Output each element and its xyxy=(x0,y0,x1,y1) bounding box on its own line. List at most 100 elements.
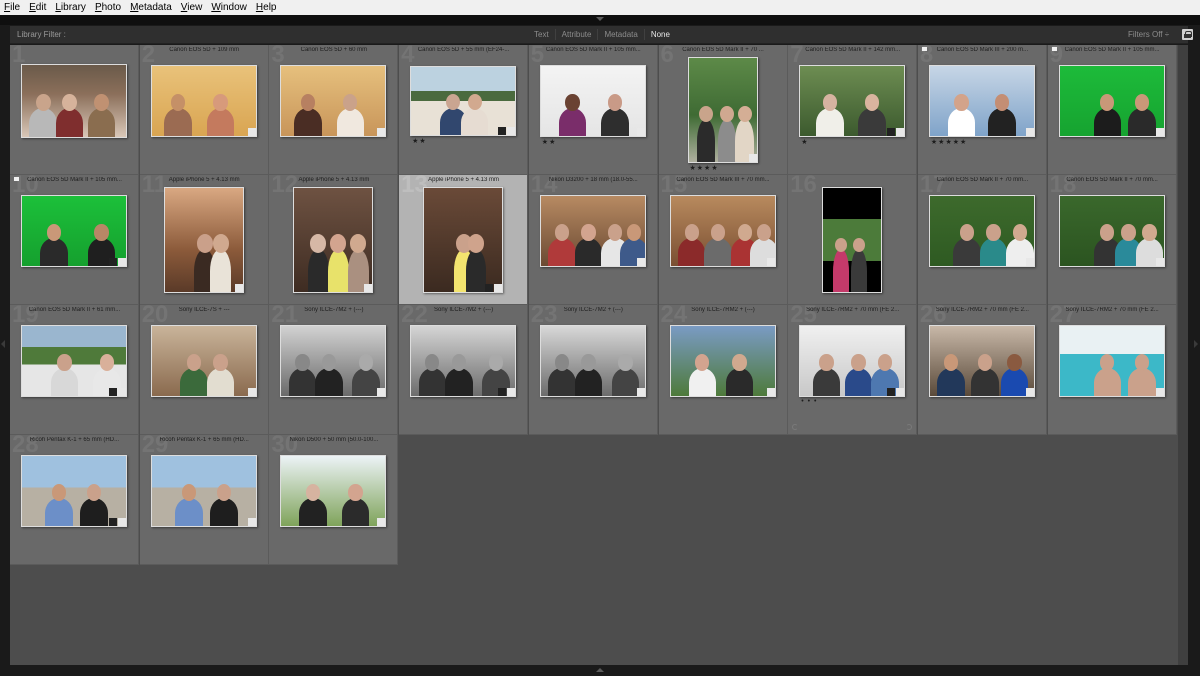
photo-thumbnail[interactable] xyxy=(410,325,517,397)
filter-none-tab[interactable]: None xyxy=(643,29,676,40)
grid-cell-7[interactable]: 7 Canon EOS 5D Mark II + 142 mm... ★ xyxy=(788,45,918,175)
metadata-badge-icon[interactable] xyxy=(1155,388,1164,396)
metadata-badge-icon[interactable] xyxy=(1025,128,1034,136)
grid-cell-26[interactable]: 26 Sony ILCE-7RM2 + 70 mm (FE 2... xyxy=(917,305,1047,435)
photo-thumbnail[interactable] xyxy=(280,325,387,397)
photo-thumbnail[interactable] xyxy=(669,325,776,397)
star-rating[interactable]: • • • xyxy=(801,398,817,405)
grid-cell-17[interactable]: 17 Canon EOS 5D Mark II + 70 mm... xyxy=(917,175,1047,305)
rotate-left-icon[interactable] xyxy=(792,424,799,430)
metadata-badge-icon[interactable] xyxy=(636,388,645,396)
metadata-badge-icon[interactable] xyxy=(494,284,503,292)
grid-cell-24[interactable]: 24 Sony ILCE-7RM2 + (---) xyxy=(658,305,788,435)
photo-thumbnail[interactable] xyxy=(539,195,646,267)
metadata-badge-icon[interactable] xyxy=(896,128,905,136)
star-rating[interactable]: ★ xyxy=(801,138,808,146)
grid-cell-18[interactable]: 18 Canon EOS 5D Mark II + 70 mm... xyxy=(1047,175,1177,305)
menu-edit[interactable]: Edit xyxy=(29,2,46,13)
metadata-badge-icon[interactable] xyxy=(507,388,516,396)
photo-thumbnail[interactable] xyxy=(928,65,1035,137)
grid-cell-19[interactable]: 19 Canon EOS 5D Mark II + 61 mm... xyxy=(10,305,139,435)
metadata-badge-icon[interactable] xyxy=(766,388,775,396)
metadata-badge-icon[interactable] xyxy=(109,258,117,266)
photo-thumbnail[interactable] xyxy=(928,325,1035,397)
metadata-badge-icon[interactable] xyxy=(247,128,256,136)
filter-metadata-tab[interactable]: Metadata xyxy=(597,29,643,40)
lock-icon[interactable] xyxy=(1182,29,1193,40)
grid-cell-13[interactable]: 13 Apple iPhone 5 + 4.13 mm xyxy=(399,175,529,305)
grid-cell-3[interactable]: 3 Canon EOS 5D + 60 mm xyxy=(269,45,399,175)
photo-thumbnail[interactable] xyxy=(163,187,244,293)
right-panel-toggle-icon[interactable] xyxy=(1194,340,1198,348)
star-rating[interactable]: ★★ xyxy=(412,137,427,145)
metadata-badge-icon[interactable] xyxy=(887,128,896,136)
metadata-badge-icon[interactable] xyxy=(1155,258,1164,266)
metadata-badge-icon[interactable] xyxy=(896,388,905,396)
menu-help[interactable]: Help xyxy=(256,2,277,13)
metadata-badge-icon[interactable] xyxy=(364,284,373,292)
filters-off-dropdown[interactable]: Filters Off ÷ xyxy=(1128,30,1169,39)
menu-file[interactable]: File xyxy=(4,2,20,13)
photo-thumbnail[interactable] xyxy=(280,65,387,137)
grid-cell-12[interactable]: 12 Apple iPhone 5 + 4.13 mm xyxy=(269,175,399,305)
metadata-badge-icon[interactable] xyxy=(377,128,386,136)
grid-cell-6[interactable]: 6 Canon EOS 5D Mark II + 70 ... ★★★★ xyxy=(658,45,788,175)
grid-cell-30[interactable]: 30 Nikon D500 + 50 mm (50.0-100... xyxy=(269,435,399,565)
pick-flag-icon[interactable] xyxy=(1051,47,1057,51)
photo-thumbnail[interactable] xyxy=(539,325,646,397)
grid-cell-27[interactable]: 27 Sony ILCE-7RM2 + 70 mm (FE 2... xyxy=(1047,305,1177,435)
grid-cell-28[interactable]: 28 Ricoh Pentax K-1 + 65 mm (HD... xyxy=(10,435,139,565)
metadata-badge-icon[interactable] xyxy=(234,284,243,292)
star-rating[interactable]: ★★★★ xyxy=(690,164,719,172)
metadata-badge-icon[interactable] xyxy=(485,284,494,292)
star-rating[interactable]: ★★ xyxy=(542,138,557,146)
photo-thumbnail[interactable] xyxy=(21,64,127,138)
grid-cell-11[interactable]: 11 Apple iPhone 5 + 4.13 mm xyxy=(139,175,269,305)
metadata-badge-icon[interactable] xyxy=(118,258,126,266)
metadata-badge-icon[interactable] xyxy=(1155,128,1164,136)
photo-thumbnail[interactable] xyxy=(1058,195,1165,267)
photo-thumbnail[interactable] xyxy=(539,65,646,137)
grid-cell-23[interactable]: 23 Sony ILCE-7M2 + (---) xyxy=(528,305,658,435)
photo-thumbnail[interactable] xyxy=(669,195,776,267)
metadata-badge-icon[interactable] xyxy=(498,127,507,135)
grid-cell-20[interactable]: 20 Sony ILCE-7S + --- xyxy=(139,305,269,435)
metadata-badge-icon[interactable] xyxy=(109,518,117,526)
menu-view[interactable]: View xyxy=(181,2,203,13)
photo-thumbnail[interactable] xyxy=(423,187,504,293)
photo-thumbnail[interactable] xyxy=(21,195,127,267)
metadata-badge-icon[interactable] xyxy=(377,388,386,396)
photo-thumbnail[interactable] xyxy=(21,325,127,397)
metadata-badge-icon[interactable] xyxy=(1025,258,1034,266)
metadata-badge-icon[interactable] xyxy=(109,388,117,396)
photo-thumbnail[interactable] xyxy=(21,455,127,527)
photo-thumbnail[interactable] xyxy=(410,66,517,136)
photo-thumbnail[interactable] xyxy=(928,195,1035,267)
menu-metadata[interactable]: Metadata xyxy=(130,2,172,13)
grid-cell-5[interactable]: 5 Canon EOS 5D Mark II + 105 mm... ★★ xyxy=(528,45,658,175)
grid-cell-25[interactable]: 25 Sony ILCE-7RM2 + 70 mm (FE 2... • • • xyxy=(788,305,918,435)
grid-cell-10[interactable]: 10 Canon EOS 5D Mark II + 105 mm... xyxy=(10,175,139,305)
metadata-badge-icon[interactable] xyxy=(247,518,256,526)
grid-cell-16[interactable]: 16 xyxy=(788,175,918,305)
menu-library[interactable]: Library xyxy=(55,2,86,13)
photo-thumbnail[interactable] xyxy=(150,455,257,527)
grid-cell-2[interactable]: 2 Canon EOS 5D + 109 mm xyxy=(139,45,269,175)
grid-cell-14[interactable]: 14 Nikon D3200 + 18 mm (18.0-55... xyxy=(528,175,658,305)
metadata-badge-icon[interactable] xyxy=(507,127,516,135)
metadata-badge-icon[interactable] xyxy=(748,154,757,162)
metadata-badge-icon[interactable] xyxy=(118,388,126,396)
photo-thumbnail[interactable] xyxy=(799,65,906,137)
metadata-badge-icon[interactable] xyxy=(1025,388,1034,396)
grid-cell-15[interactable]: 15 Canon EOS 5D Mark III + 70 mm... xyxy=(658,175,788,305)
grid-cell-21[interactable]: 21 Sony ILCE-7M2 + (---) xyxy=(269,305,399,435)
metadata-badge-icon[interactable] xyxy=(377,518,386,526)
metadata-badge-icon[interactable] xyxy=(636,258,645,266)
grid-cell-22[interactable]: 22 Sony ILCE-7M2 + (---) xyxy=(399,305,529,435)
menu-photo[interactable]: Photo xyxy=(95,2,121,13)
rotate-right-icon[interactable] xyxy=(906,424,913,430)
photo-thumbnail[interactable] xyxy=(1058,325,1165,397)
metadata-badge-icon[interactable] xyxy=(636,128,645,136)
pick-flag-icon[interactable] xyxy=(14,177,19,181)
photo-thumbnail[interactable] xyxy=(1058,65,1165,137)
